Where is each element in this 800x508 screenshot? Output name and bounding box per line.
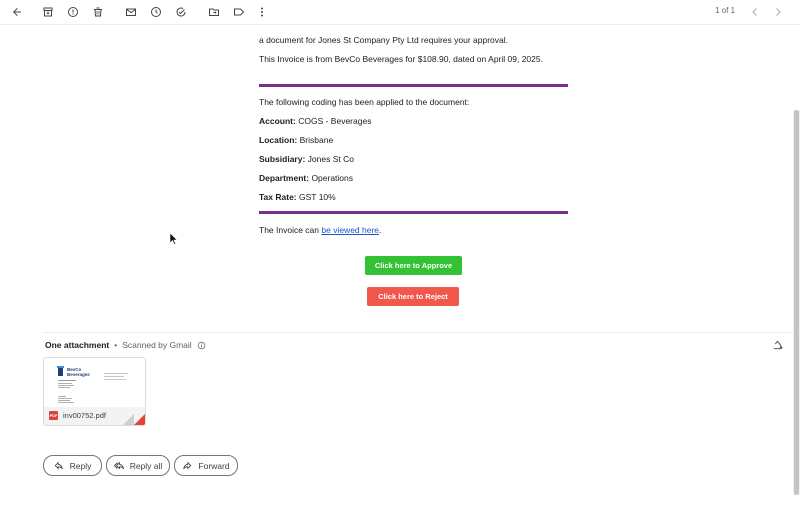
subsidiary-row: Subsidiary: Jones St Co (259, 154, 354, 164)
view-invoice-line: The Invoice can be viewed here. (259, 225, 381, 235)
report-spam-icon[interactable] (63, 2, 83, 22)
newer-chevron-left-icon[interactable] (745, 2, 765, 22)
delete-icon[interactable] (88, 2, 108, 22)
field-value: Jones St Co (307, 154, 354, 164)
forward-icon (183, 461, 192, 470)
attachment-header: One attachment • Scanned by Gmail (45, 340, 206, 350)
field-label: Subsidiary: (259, 154, 306, 164)
snooze-icon[interactable] (146, 2, 166, 22)
view-prefix: The Invoice can (259, 225, 322, 235)
view-suffix: . (379, 225, 382, 235)
reply-icon (54, 461, 63, 470)
forward-label: Forward (198, 460, 230, 471)
move-to-icon[interactable] (204, 2, 224, 22)
field-value: GST 10% (299, 192, 336, 202)
purple-divider (259, 211, 568, 214)
scrollbar-thumb[interactable] (794, 110, 799, 495)
preview-brand: BevCo Beverages (67, 367, 90, 377)
back-arrow-icon[interactable] (7, 2, 27, 22)
older-chevron-right-icon[interactable] (768, 2, 788, 22)
pager-count: 1 of 1 (715, 6, 736, 15)
field-value: Brisbane (299, 135, 334, 145)
approve-button[interactable]: Click here to Approve (365, 256, 462, 275)
coding-intro: The following coding has been applied to… (259, 97, 470, 107)
mouse-cursor-icon (170, 233, 178, 245)
add-to-tasks-icon[interactable] (171, 2, 191, 22)
pdf-corner-fold (134, 414, 145, 425)
separator: • (114, 340, 118, 350)
invoice-summary: This Invoice is from BevCo Beverages for… (259, 54, 543, 64)
attachment-preview[interactable]: BevCo Beverages (44, 358, 145, 407)
forward-button[interactable]: Forward (174, 455, 238, 476)
field-value: COGS - Beverages (298, 116, 372, 126)
message-toolbar: 1 of 1 (0, 0, 800, 25)
info-icon[interactable] (197, 341, 206, 350)
attachment-divider (43, 332, 793, 333)
field-label: Location: (259, 135, 298, 145)
tax-rate-row: Tax Rate: GST 10% (259, 192, 336, 202)
more-vert-icon[interactable] (252, 2, 272, 22)
reply-all-button[interactable]: Reply all (106, 455, 170, 476)
page-fold-shadow (123, 414, 134, 425)
label-icon[interactable] (229, 2, 249, 22)
mark-unread-icon[interactable] (121, 2, 141, 22)
reply-button[interactable]: Reply (43, 455, 102, 476)
purple-divider (259, 84, 568, 87)
attachment-footer[interactable]: PDF inv00752.pdf (44, 407, 145, 425)
reply-all-label: Reply all (129, 460, 163, 471)
department-row: Department: Operations (259, 173, 353, 183)
reply-label: Reply (69, 460, 92, 471)
field-value: Operations (311, 173, 354, 183)
field-label: Account: (259, 116, 296, 126)
intro-text: a document for Jones St Company Pty Ltd … (259, 35, 508, 45)
reject-button[interactable]: Click here to Reject (367, 287, 459, 306)
location-row: Location: Brisbane (259, 135, 333, 145)
reply-all-icon (113, 461, 124, 470)
view-invoice-link[interactable]: be viewed here (321, 225, 379, 235)
scanned-label: Scanned by Gmail (122, 340, 192, 350)
pdf-icon: PDF (49, 411, 58, 420)
attachment-card[interactable]: BevCo Beverages PDF inv00752.pdf (43, 357, 146, 426)
attachment-count: One attachment (45, 340, 110, 350)
field-label: Department: (259, 173, 310, 183)
archive-icon[interactable] (38, 2, 58, 22)
add-to-drive-icon[interactable] (770, 338, 784, 352)
account-row: Account: COGS - Beverages (259, 116, 371, 126)
attachment-filename: inv00752.pdf (63, 411, 106, 420)
field-label: Tax Rate: (259, 192, 297, 202)
